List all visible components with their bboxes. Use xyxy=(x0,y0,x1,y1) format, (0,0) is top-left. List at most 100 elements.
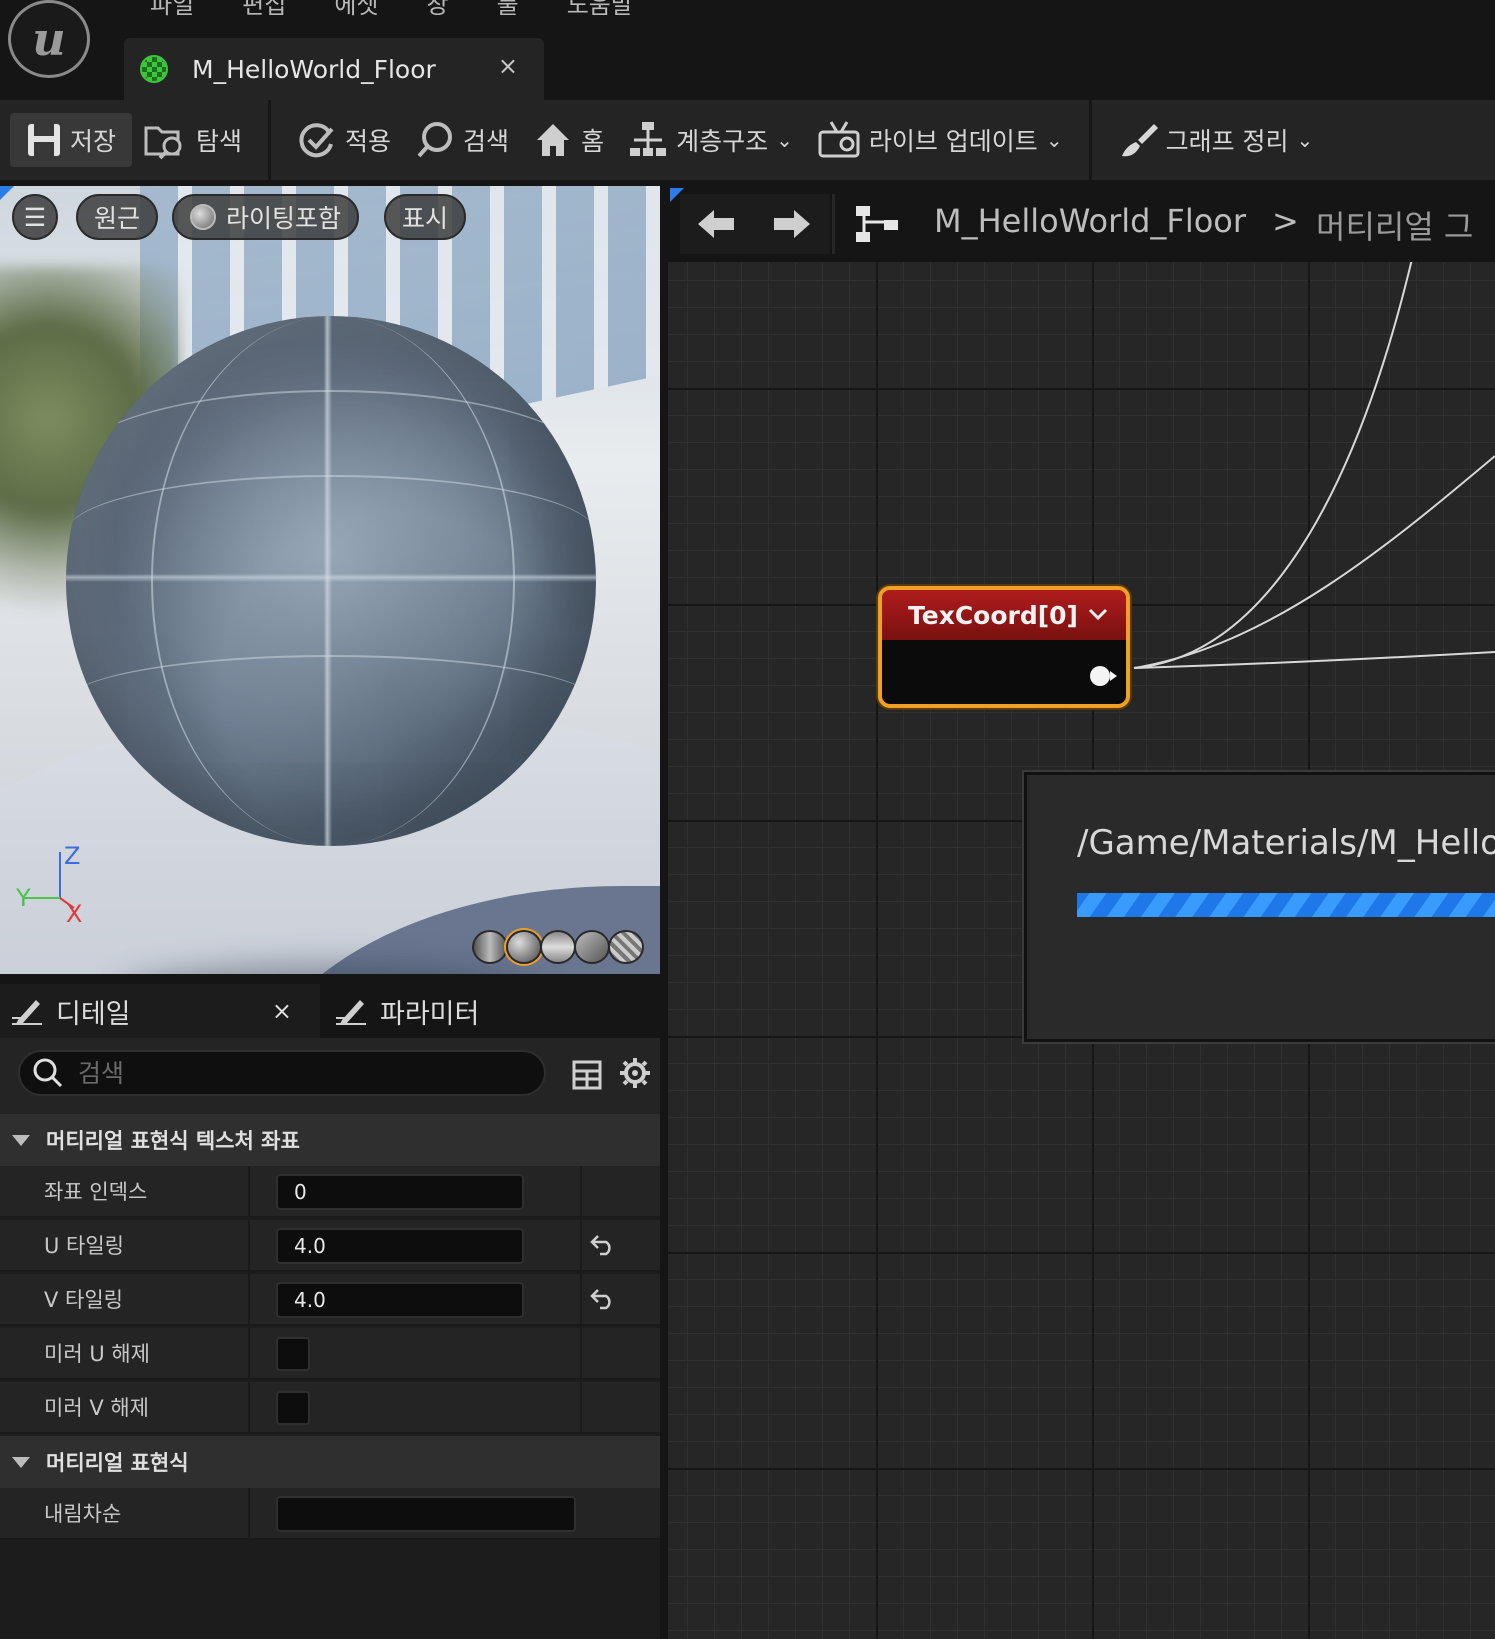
reset-to-default-icon[interactable] xyxy=(590,1232,616,1256)
search-button[interactable]: 검색 xyxy=(403,113,521,167)
details-search-row xyxy=(0,1038,660,1114)
chevron-down-icon[interactable] xyxy=(1086,602,1110,626)
table-view-icon[interactable] xyxy=(572,1060,602,1090)
chevron-down-icon: ⌄ xyxy=(1045,128,1063,152)
prop-row-coordinate-index: 좌표 인덱스 xyxy=(0,1166,660,1218)
category-texcoord-label: 머티리얼 표현식 텍스처 좌표 xyxy=(46,1129,300,1153)
sphere-seam xyxy=(66,655,596,750)
custom-mesh-icon[interactable] xyxy=(608,930,644,964)
material-graph[interactable]: M_HelloWorld_Floor > 머티리얼 그 TexCoord[0] … xyxy=(668,186,1495,1639)
menu-help[interactable]: 도움말 xyxy=(543,0,657,22)
breadcrumb-separator xyxy=(832,194,835,254)
category-texcoord[interactable]: 머티리얼 표현식 텍스처 좌표 xyxy=(0,1114,660,1166)
compile-status-box: /Game/Materials/M_Hello xyxy=(1024,772,1495,1042)
viewport-menu-button[interactable]: ☰ xyxy=(12,194,58,240)
sphere-seam xyxy=(66,475,596,592)
unreal-logo-icon[interactable]: u xyxy=(8,0,90,78)
forward-arrow-icon[interactable] xyxy=(770,202,814,246)
home-label: 홈 xyxy=(581,127,605,156)
axis-y-label: Y xyxy=(16,884,31,912)
graph-breadcrumb-bar: M_HelloWorld_Floor > 머티리얼 그 xyxy=(668,186,1495,262)
search-label: 검색 xyxy=(463,127,510,156)
lit-mode-button[interactable]: 라이팅포함 xyxy=(172,194,360,240)
live-update-button[interactable]: 라이브 업데이트 ⌄ xyxy=(805,113,1075,167)
category-material-expression[interactable]: 머티리얼 표현식 xyxy=(0,1436,660,1488)
cylinder-shape-icon[interactable] xyxy=(472,930,508,964)
reset-to-default-icon[interactable] xyxy=(590,1286,616,1310)
coordinate-index-label: 좌표 인덱스 xyxy=(44,1180,148,1204)
hierarchy-button[interactable]: 계층구조 ⌄ xyxy=(616,113,805,167)
folder-search-icon xyxy=(144,126,182,160)
menu-tools[interactable]: 툴 xyxy=(473,0,543,22)
graph-history-nav xyxy=(680,194,830,254)
coordinate-index-field[interactable] xyxy=(276,1174,524,1210)
chevron-down-icon: ⌄ xyxy=(776,128,793,152)
browse-button[interactable]: 탐색 xyxy=(132,113,254,167)
column-divider xyxy=(248,1382,250,1434)
graph-corner-marker xyxy=(670,188,684,202)
unmirror-v-checkbox[interactable] xyxy=(276,1391,310,1425)
save-button[interactable]: 저장 xyxy=(10,113,133,167)
gear-icon[interactable] xyxy=(618,1056,652,1090)
preview-shape-buttons xyxy=(472,930,644,964)
show-label: 표시 xyxy=(402,204,449,233)
close-icon[interactable]: × xyxy=(272,997,292,1025)
show-button[interactable]: 표시 xyxy=(384,194,467,240)
details-search-box[interactable] xyxy=(18,1050,546,1096)
column-divider xyxy=(248,1220,250,1272)
home-icon xyxy=(537,124,570,156)
menu-asset[interactable]: 에셋 xyxy=(310,0,402,22)
breadcrumb-graph[interactable]: 머티리얼 그 xyxy=(1316,202,1473,248)
v-tiling-field[interactable] xyxy=(276,1282,524,1318)
document-tab[interactable]: M_HelloWorld_Floor × xyxy=(124,38,544,100)
tab-details[interactable]: 디테일 × xyxy=(0,984,320,1038)
column-divider xyxy=(580,1274,582,1326)
clean-graph-label: 그래프 정리 xyxy=(1165,127,1289,156)
cube-shape-icon[interactable] xyxy=(574,930,610,964)
clean-graph-button[interactable]: 그래프 정리 ⌄ xyxy=(1106,113,1326,167)
texcoord-node[interactable]: TexCoord[0] xyxy=(878,586,1130,708)
breadcrumb-asset[interactable]: M_HelloWorld_Floor xyxy=(934,202,1246,240)
column-divider xyxy=(580,1166,582,1218)
menu-window[interactable]: 창 xyxy=(403,0,473,22)
browse-label: 탐색 xyxy=(196,127,243,156)
prop-row-u-tiling: U 타일링 xyxy=(0,1220,660,1272)
category-material-expression-label: 머티리얼 표현식 xyxy=(46,1451,189,1475)
v-tiling-label: V 타일링 xyxy=(44,1288,124,1312)
tab-parameters[interactable]: 파라미터 xyxy=(330,984,479,1038)
unmirror-u-label: 미러 U 해제 xyxy=(44,1342,151,1366)
menu-edit[interactable]: 편집 xyxy=(218,0,310,22)
close-tab-icon[interactable]: × xyxy=(498,52,518,80)
u-tiling-field[interactable] xyxy=(276,1228,524,1264)
u-tiling-label: U 타일링 xyxy=(44,1234,125,1258)
prop-row-unmirror-v: 미러 V 해제 xyxy=(0,1382,660,1434)
search-icon xyxy=(417,122,453,158)
plane-shape-icon[interactable] xyxy=(540,930,576,964)
hamburger-icon: ☰ xyxy=(23,202,47,232)
details-search-input[interactable] xyxy=(78,1058,518,1088)
column-divider xyxy=(580,1382,582,1434)
output-pin-icon[interactable] xyxy=(1088,664,1120,688)
column-divider xyxy=(248,1328,250,1380)
description-field[interactable] xyxy=(276,1496,576,1532)
hierarchy-label: 계층구조 xyxy=(676,127,769,156)
menu-file[interactable]: 파일 xyxy=(126,0,218,22)
panel-tabs: 디테일 × 파라미터 xyxy=(0,984,660,1038)
home-button[interactable]: 홈 xyxy=(521,113,616,167)
viewport-corner-marker xyxy=(0,186,14,200)
unmirror-u-checkbox[interactable] xyxy=(276,1337,310,1371)
toolbar-separator xyxy=(268,100,272,180)
column-divider xyxy=(248,1274,250,1326)
preview-viewport[interactable]: ☰ 원근 라이팅포함 표시 Z Y X xyxy=(0,186,660,974)
live-update-label: 라이브 업데이트 xyxy=(868,127,1038,156)
back-arrow-icon[interactable] xyxy=(694,202,738,246)
perspective-label: 원근 xyxy=(94,204,141,233)
axis-x-label: X xyxy=(66,900,83,928)
preview-sphere xyxy=(66,316,596,846)
sphere-shape-icon[interactable] xyxy=(506,930,542,964)
title-bar: u 파일 편집 에셋 창 툴 도움말 M_HelloWorld_Floor × xyxy=(0,0,1495,100)
perspective-button[interactable]: 원근 xyxy=(76,194,159,240)
axis-gizmo: Z Y X xyxy=(14,842,94,932)
unmirror-v-label: 미러 V 해제 xyxy=(44,1396,149,1420)
apply-button[interactable]: 적용 xyxy=(285,113,403,167)
